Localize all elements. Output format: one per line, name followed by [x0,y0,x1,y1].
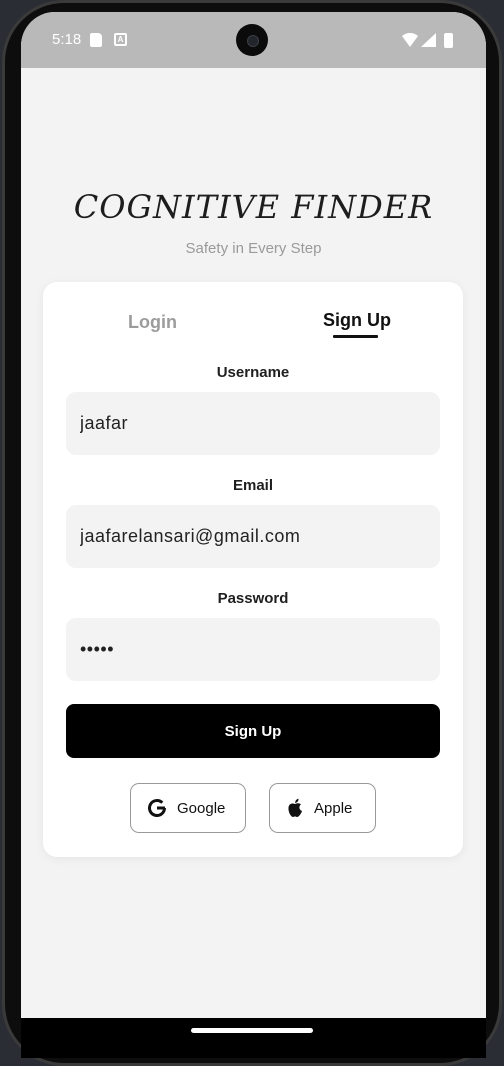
app-screen: 5:18 A COGNITIVE FINDER Safety in Every … [21,12,486,1030]
google-sign-in-button[interactable]: Google [130,783,246,833]
apple-icon [286,798,304,818]
status-time: 5:18 [52,31,82,48]
app-title: COGNITIVE FINDER [73,188,434,226]
email-label: Email [232,477,274,494]
active-tab-indicator [333,335,378,338]
wifi-icon [402,33,418,47]
tab-signup[interactable]: Sign Up [323,310,391,331]
battery-icon [444,33,453,48]
camera-cutout [236,24,268,56]
google-icon [147,798,167,818]
sd-card-icon [90,33,102,47]
username-label: Username [216,364,290,381]
auth-card: Login Sign Up Username Email Password Si… [43,282,463,857]
home-indicator[interactable] [191,1028,313,1033]
username-field[interactable] [66,392,440,455]
google-button-label: Google [177,799,226,817]
email-field[interactable] [66,505,440,568]
password-label: Password [217,590,289,607]
tab-login[interactable]: Login [128,312,177,333]
status-bar: 5:18 A [21,12,486,68]
apple-sign-in-button[interactable]: Apple [269,783,376,833]
sign-up-button[interactable]: Sign Up [66,704,440,758]
apple-button-label: Apple [314,799,353,817]
app-subtitle: Safety in Every Step [185,240,322,257]
password-field[interactable] [66,618,440,681]
navigation-bar [21,1018,486,1058]
a-icon: A [114,33,127,46]
signal-icon [421,33,436,47]
